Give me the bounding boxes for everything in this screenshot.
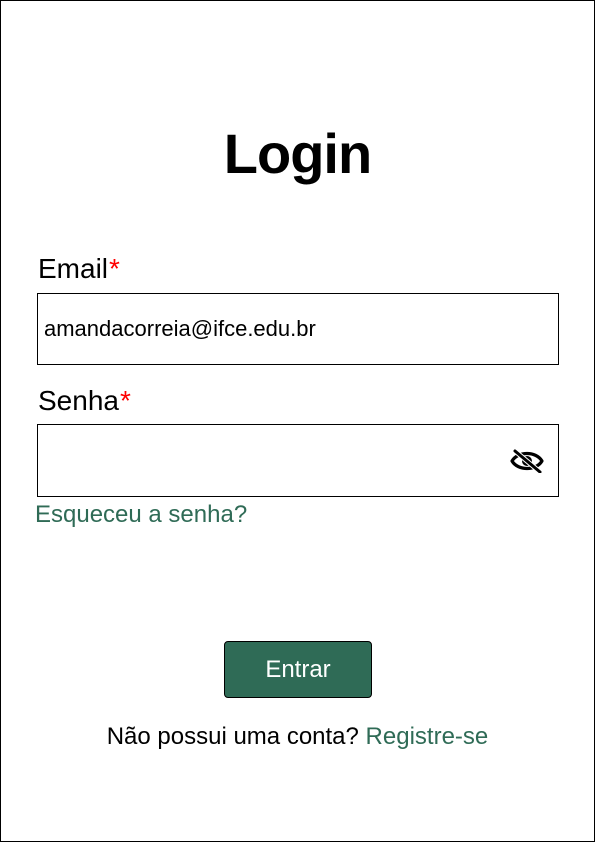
password-field-box[interactable] <box>37 424 559 497</box>
password-label-text: Senha <box>38 385 119 416</box>
email-label: Email* <box>38 253 120 285</box>
register-prompt-text: Não possui uma conta? <box>106 723 359 750</box>
login-card: Login Email* Senha* Esqueceu a senha? En… <box>0 0 595 842</box>
page-title: Login <box>223 122 372 185</box>
login-button[interactable]: Entrar <box>224 641 372 698</box>
password-field[interactable] <box>44 425 504 496</box>
email-field[interactable] <box>44 294 504 364</box>
required-asterisk: * <box>119 385 131 416</box>
forgot-password-link[interactable]: Esqueceu a senha? <box>35 501 247 529</box>
register-link[interactable]: Registre-se <box>366 723 489 750</box>
email-label-text: Email <box>38 253 109 284</box>
password-label: Senha* <box>38 385 131 417</box>
register-prompt: Não possui uma conta? Registre-se <box>1 723 594 751</box>
eye-off-icon[interactable] <box>510 449 544 473</box>
email-field-box[interactable] <box>37 293 559 365</box>
required-asterisk: * <box>109 253 120 284</box>
